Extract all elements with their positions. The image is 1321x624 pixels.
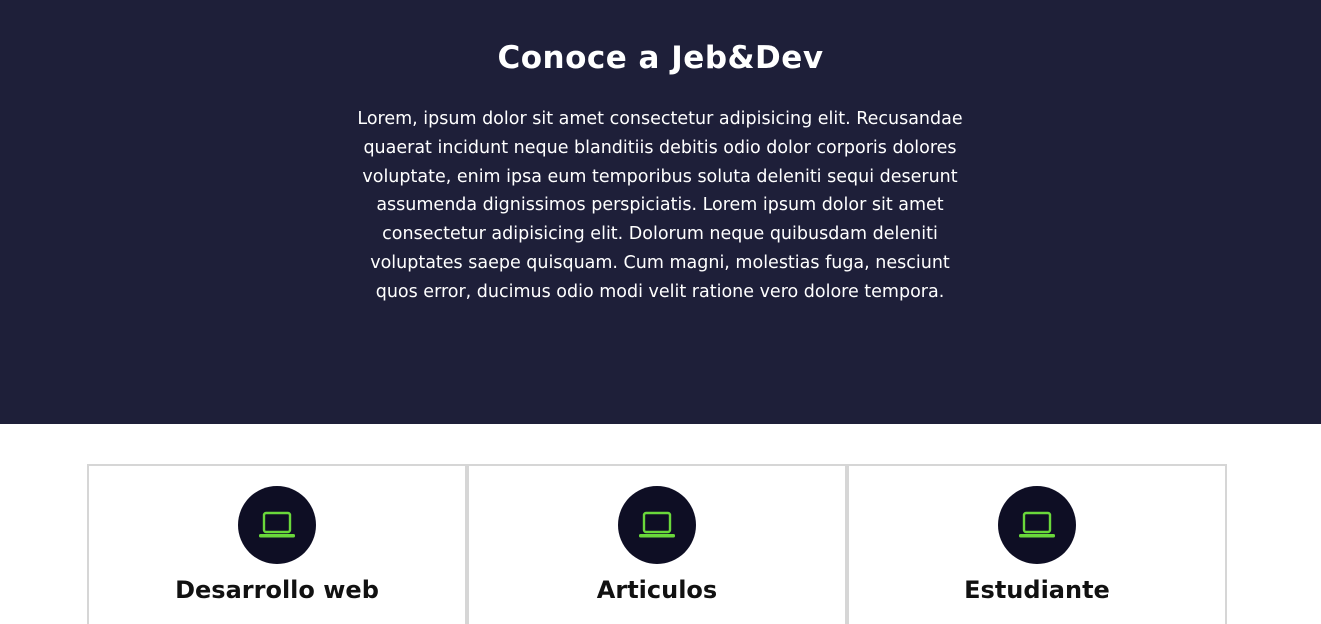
service-card-student: Estudiante xyxy=(847,464,1227,624)
icon-badge xyxy=(238,486,316,564)
services-cards: Desarrollo web Articulos Estudiante xyxy=(87,464,1227,624)
laptop-icon xyxy=(639,511,675,538)
icon-badge xyxy=(618,486,696,564)
about-section: Conoce a Jeb&Dev Lorem, ipsum dolor sit … xyxy=(0,0,1321,424)
laptop-icon xyxy=(259,511,295,538)
about-title: Conoce a Jeb&Dev xyxy=(497,40,824,76)
service-card-title: Desarrollo web xyxy=(175,576,379,604)
service-card-title: Articulos xyxy=(596,576,718,604)
service-card-title: Estudiante xyxy=(964,576,1110,604)
laptop-icon xyxy=(1019,511,1055,538)
service-card-web: Desarrollo web xyxy=(87,464,467,624)
service-card-articles: Articulos xyxy=(467,464,847,624)
about-paragraph: Lorem, ipsum dolor sit amet consectetur … xyxy=(357,109,963,302)
icon-badge xyxy=(998,486,1076,564)
